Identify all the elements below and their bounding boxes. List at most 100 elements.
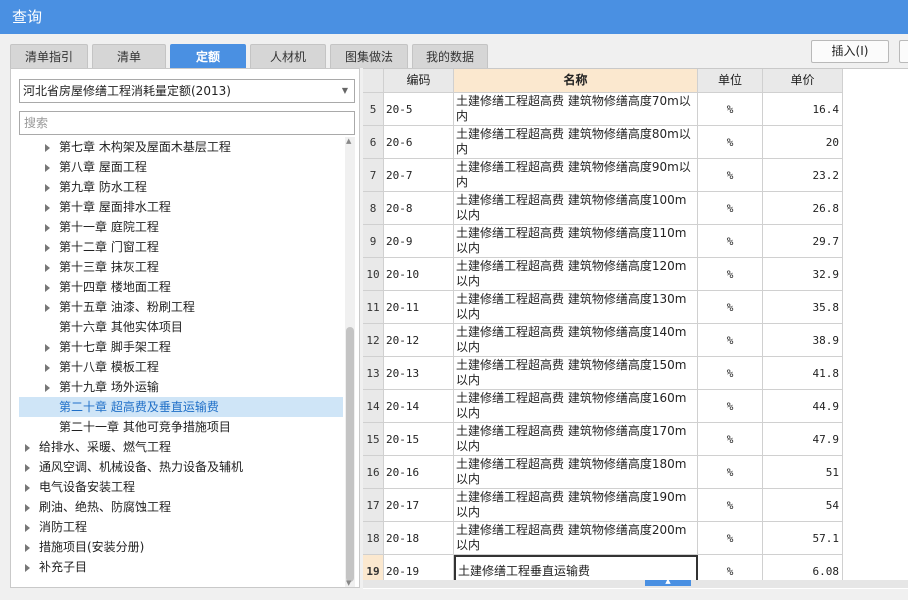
expand-arrow-icon[interactable]	[45, 303, 50, 312]
table-row[interactable]: 11 20-11 土建修缮工程超高费 建筑物修缮高度130m以内% 35.8	[363, 291, 843, 324]
price-cell[interactable]: 44.9	[763, 390, 843, 423]
tab-0[interactable]: 清单指引	[10, 44, 88, 68]
tree-item[interactable]: 第十五章 油漆、粉刷工程	[19, 297, 343, 317]
expand-arrow-icon[interactable]	[25, 463, 30, 472]
name-cell[interactable]: 土建修缮工程超高费 建筑物修缮高度120m以内	[454, 258, 698, 291]
unit-cell[interactable]: %	[698, 324, 763, 357]
price-cell[interactable]: 32.9	[763, 258, 843, 291]
insert-button[interactable]: 插入(I)	[811, 40, 889, 63]
code-cell[interactable]: 20-16	[384, 456, 454, 489]
tree-item[interactable]: 第十章 屋面排水工程	[19, 197, 343, 217]
tree-item[interactable]: 消防工程	[19, 517, 343, 537]
code-cell[interactable]: 20-18	[384, 522, 454, 555]
code-cell[interactable]: 20-7	[384, 159, 454, 192]
name-cell[interactable]: 土建修缮工程超高费 建筑物修缮高度110m以内	[454, 225, 698, 258]
row-number[interactable]: 7	[363, 159, 384, 192]
tree-item[interactable]: 措施项目(安装分册)	[19, 537, 343, 557]
tree-item[interactable]: 第十二章 门窗工程	[19, 237, 343, 257]
unit-cell[interactable]: %	[698, 423, 763, 456]
tree-item[interactable]: 第十七章 脚手架工程	[19, 337, 343, 357]
tree-item[interactable]: 第十四章 楼地面工程	[19, 277, 343, 297]
tree-scrollbar-thumb[interactable]	[346, 327, 354, 582]
code-cell[interactable]: 20-10	[384, 258, 454, 291]
unit-cell[interactable]: %	[698, 291, 763, 324]
unit-cell[interactable]: %	[698, 456, 763, 489]
table-row[interactable]: 12 20-12 土建修缮工程超高费 建筑物修缮高度140m以内% 38.9	[363, 324, 843, 357]
tab-4[interactable]: 图集做法	[330, 44, 408, 68]
code-cell[interactable]: 20-12	[384, 324, 454, 357]
expand-arrow-icon[interactable]	[45, 183, 50, 192]
header-unit[interactable]: 单位	[698, 69, 763, 93]
table-row[interactable]: 6 20-6 土建修缮工程超高费 建筑物修缮高度80m以内% 20	[363, 126, 843, 159]
unit-cell[interactable]: %	[698, 126, 763, 159]
name-cell[interactable]: 土建修缮工程超高费 建筑物修缮高度190m以内	[454, 489, 698, 522]
tree-item[interactable]: 第十三章 抹灰工程	[19, 257, 343, 277]
row-number[interactable]: 14	[363, 390, 384, 423]
expand-arrow-icon[interactable]	[45, 143, 50, 152]
tree-item[interactable]: 第十九章 场外运输	[19, 377, 343, 397]
unit-cell[interactable]: %	[698, 522, 763, 555]
unit-cell[interactable]: %	[698, 192, 763, 225]
table-row[interactable]: 8 20-8 土建修缮工程超高费 建筑物修缮高度100m以内% 26.8	[363, 192, 843, 225]
price-cell[interactable]: 41.8	[763, 357, 843, 390]
tree-scrollbar[interactable]: ▲ ▼	[345, 137, 355, 587]
expand-arrow-icon[interactable]	[45, 263, 50, 272]
scroll-up-icon[interactable]: ▲	[346, 137, 351, 145]
tree-item[interactable]: 第二十章 超高费及垂直运输费	[19, 397, 343, 417]
code-cell[interactable]: 20-6	[384, 126, 454, 159]
table-row[interactable]: 17 20-17 土建修缮工程超高费 建筑物修缮高度190m以内% 54	[363, 489, 843, 522]
tab-5[interactable]: 我的数据	[412, 44, 488, 68]
header-name[interactable]: 名称	[454, 69, 698, 93]
name-cell[interactable]: 土建修缮工程超高费 建筑物修缮高度70m以内	[454, 93, 698, 126]
expand-arrow-icon[interactable]	[45, 343, 50, 352]
price-cell[interactable]: 20	[763, 126, 843, 159]
price-cell[interactable]: 57.1	[763, 522, 843, 555]
price-cell[interactable]: 47.9	[763, 423, 843, 456]
tree-item[interactable]: 第八章 屋面工程	[19, 157, 343, 177]
table-horizontal-scrollbar[interactable]: ▲	[363, 577, 908, 588]
tree-item[interactable]: 第十八章 模板工程	[19, 357, 343, 377]
row-number[interactable]: 11	[363, 291, 384, 324]
expand-arrow-icon[interactable]	[45, 223, 50, 232]
row-number[interactable]: 15	[363, 423, 384, 456]
expand-arrow-icon[interactable]	[45, 243, 50, 252]
quota-library-select[interactable]: 河北省房屋修缮工程消耗量定额(2013) ▼	[19, 79, 355, 103]
tab-3[interactable]: 人材机	[250, 44, 326, 68]
name-cell[interactable]: 土建修缮工程超高费 建筑物修缮高度80m以内	[454, 126, 698, 159]
expand-arrow-icon[interactable]	[25, 443, 30, 452]
code-cell[interactable]: 20-14	[384, 390, 454, 423]
table-row[interactable]: 16 20-16 土建修缮工程超高费 建筑物修缮高度180m以内% 51	[363, 456, 843, 489]
expand-arrow-icon[interactable]	[25, 523, 30, 532]
price-cell[interactable]: 38.9	[763, 324, 843, 357]
table-row[interactable]: 7 20-7 土建修缮工程超高费 建筑物修缮高度90m以内% 23.2	[363, 159, 843, 192]
name-cell[interactable]: 土建修缮工程超高费 建筑物修缮高度140m以内	[454, 324, 698, 357]
name-cell[interactable]: 土建修缮工程超高费 建筑物修缮高度160m以内	[454, 390, 698, 423]
unit-cell[interactable]: %	[698, 159, 763, 192]
code-cell[interactable]: 20-8	[384, 192, 454, 225]
row-number[interactable]: 5	[363, 93, 384, 126]
row-number[interactable]: 6	[363, 126, 384, 159]
expand-arrow-icon[interactable]	[45, 363, 50, 372]
unit-cell[interactable]: %	[698, 258, 763, 291]
name-cell[interactable]: 土建修缮工程超高费 建筑物修缮高度200m以内	[454, 522, 698, 555]
search-input[interactable]	[19, 111, 355, 135]
price-cell[interactable]: 16.4	[763, 93, 843, 126]
expand-arrow-icon[interactable]	[25, 563, 30, 572]
code-cell[interactable]: 20-11	[384, 291, 454, 324]
unit-cell[interactable]: %	[698, 489, 763, 522]
row-number[interactable]: 18	[363, 522, 384, 555]
price-cell[interactable]: 51	[763, 456, 843, 489]
unit-cell[interactable]: %	[698, 225, 763, 258]
code-cell[interactable]: 20-5	[384, 93, 454, 126]
header-price[interactable]: 单价	[763, 69, 843, 93]
name-cell[interactable]: 土建修缮工程超高费 建筑物修缮高度150m以内	[454, 357, 698, 390]
row-number[interactable]: 10	[363, 258, 384, 291]
row-number[interactable]: 9	[363, 225, 384, 258]
code-cell[interactable]: 20-15	[384, 423, 454, 456]
expand-arrow-icon[interactable]	[45, 203, 50, 212]
expand-arrow-icon[interactable]	[25, 543, 30, 552]
scroll-down-icon[interactable]: ▼	[346, 579, 351, 587]
row-number[interactable]: 13	[363, 357, 384, 390]
price-cell[interactable]: 29.7	[763, 225, 843, 258]
tree-item[interactable]: 给排水、采暖、燃气工程	[19, 437, 343, 457]
